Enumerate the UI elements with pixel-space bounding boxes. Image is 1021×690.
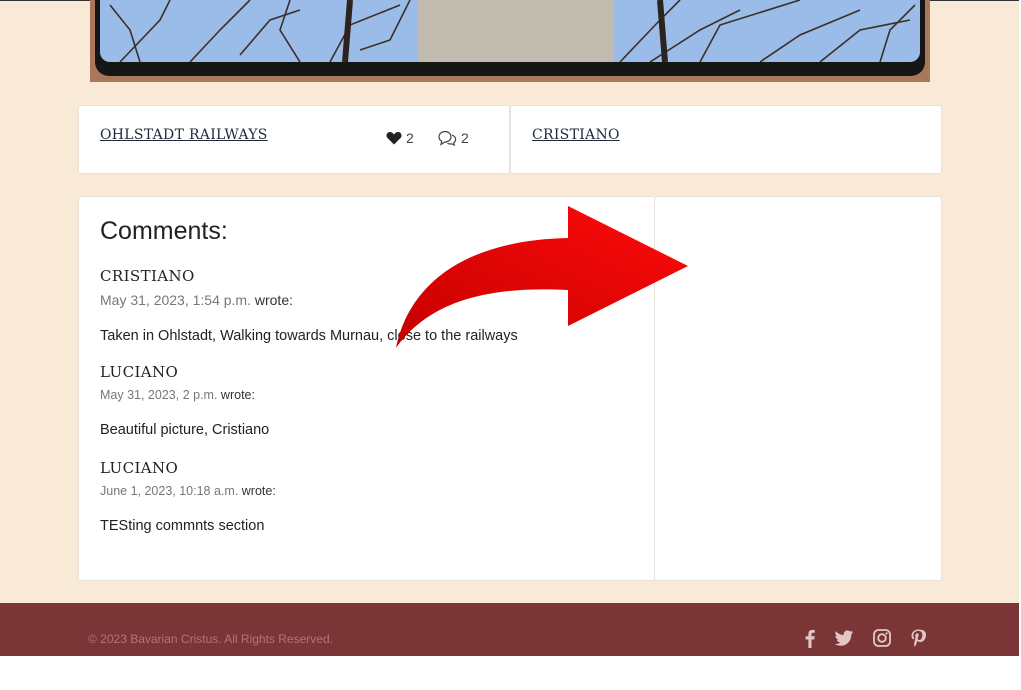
comment-item: LUCIANO June 1, 2023, 10:18 a.m. wrote: … <box>100 459 276 534</box>
comment-meta: May 31, 2023, 2 p.m. wrote: <box>100 388 269 402</box>
comment-date: May 31, 2023, 2 p.m. <box>100 388 218 402</box>
copyright-text: © 2023 Bavarian Cristus. All Rights Rese… <box>88 632 333 646</box>
post-image-border <box>95 0 925 76</box>
site-footer: © 2023 Bavarian Cristus. All Rights Rese… <box>0 603 1021 656</box>
comment-body: TESting commnts section <box>100 518 265 534</box>
comment-meta: June 1, 2023, 10:18 a.m. wrote: <box>100 484 276 498</box>
comment-author: LUCIANO <box>100 363 179 381</box>
annotation-arrow-icon <box>396 206 688 348</box>
twitter-icon[interactable] <box>833 627 855 649</box>
post-title-card: OHLSTADT RAILWAYS 2 2 <box>78 105 510 174</box>
comment-count: 2 <box>461 130 469 146</box>
comment-wrote-label: wrote: <box>241 484 276 498</box>
comment-form-panel <box>654 196 942 581</box>
tree-branches <box>109 0 916 62</box>
comment-wrote-label: wrote: <box>254 292 293 308</box>
pinterest-icon[interactable] <box>908 627 930 649</box>
like-count: 2 <box>406 130 414 146</box>
comment-count-indicator: 2 <box>437 130 469 146</box>
facebook-icon[interactable] <box>799 627 821 649</box>
comment-wrote-label: wrote: <box>220 388 255 402</box>
comment-date: May 31, 2023, 1:54 p.m. <box>100 292 251 308</box>
instagram-icon[interactable] <box>871 627 893 649</box>
post-author-link[interactable]: CRISTIANO <box>532 127 620 143</box>
comment-body: Beautiful picture, Cristiano <box>100 422 270 438</box>
post-title-link[interactable]: OHLSTADT RAILWAYS <box>100 127 268 143</box>
comment-item: LUCIANO May 31, 2023, 2 p.m. wrote: Beau… <box>100 363 269 438</box>
heart-icon <box>386 132 402 145</box>
post-image-frame <box>90 0 930 82</box>
comments-icon <box>438 130 457 146</box>
comment-author: LUCIANO <box>100 459 179 477</box>
comment-date: June 1, 2023, 10:18 a.m. <box>100 484 239 498</box>
post-image <box>100 0 920 62</box>
post-author-card: CRISTIANO <box>510 105 942 174</box>
comments-heading: Comments: <box>100 217 228 245</box>
like-button[interactable]: 2 <box>386 130 414 146</box>
